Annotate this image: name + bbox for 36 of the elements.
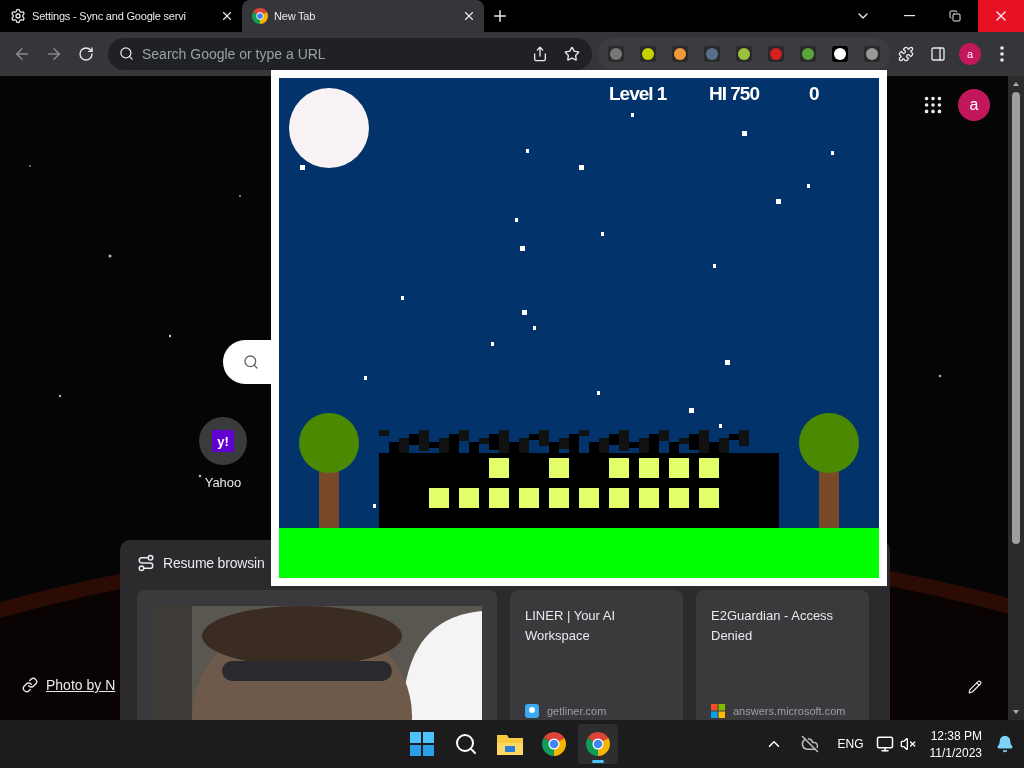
forward-arrow-icon [45, 45, 63, 63]
extension-icon[interactable] [671, 45, 689, 63]
extension-icon[interactable] [735, 45, 753, 63]
chrome-icon [542, 732, 566, 756]
search-icon [454, 732, 478, 756]
settings-icon [10, 8, 26, 24]
puzzle-icon [898, 46, 914, 62]
star-icon [564, 46, 580, 62]
tab-title: Settings - Sync and Google servi [32, 10, 187, 22]
taskbar-app[interactable] [578, 724, 618, 764]
bell-icon[interactable] [996, 735, 1014, 753]
profile-avatar[interactable]: a [959, 43, 981, 65]
search-icon [119, 46, 134, 61]
mute-icon[interactable] [899, 736, 916, 752]
windows-icon [410, 732, 434, 756]
network-icon[interactable] [875, 735, 894, 753]
plus-icon [491, 7, 509, 25]
side-panel-icon [930, 46, 946, 62]
close-icon[interactable] [220, 9, 234, 23]
tab-title: New Tab [274, 10, 317, 22]
cloud-off-icon[interactable] [801, 735, 820, 753]
chrome-icon [586, 732, 610, 756]
reload-icon [78, 46, 94, 62]
minimize-icon [903, 15, 915, 17]
restore-icon [949, 10, 961, 22]
share-icon [532, 46, 548, 62]
menu-icon [1000, 46, 1004, 62]
extension-icon[interactable] [639, 45, 657, 63]
close-icon[interactable] [462, 9, 476, 23]
extension-icon[interactable] [831, 45, 849, 63]
clock[interactable]: 12:38 PM 11/1/2023 [929, 728, 982, 760]
chrome-icon [252, 8, 268, 24]
browser-tab[interactable]: New Tab [242, 0, 484, 32]
folder-icon [497, 733, 523, 755]
address-bar[interactable]: Search Google or type a URL [108, 38, 520, 70]
language-indicator[interactable]: ENG [837, 737, 864, 751]
